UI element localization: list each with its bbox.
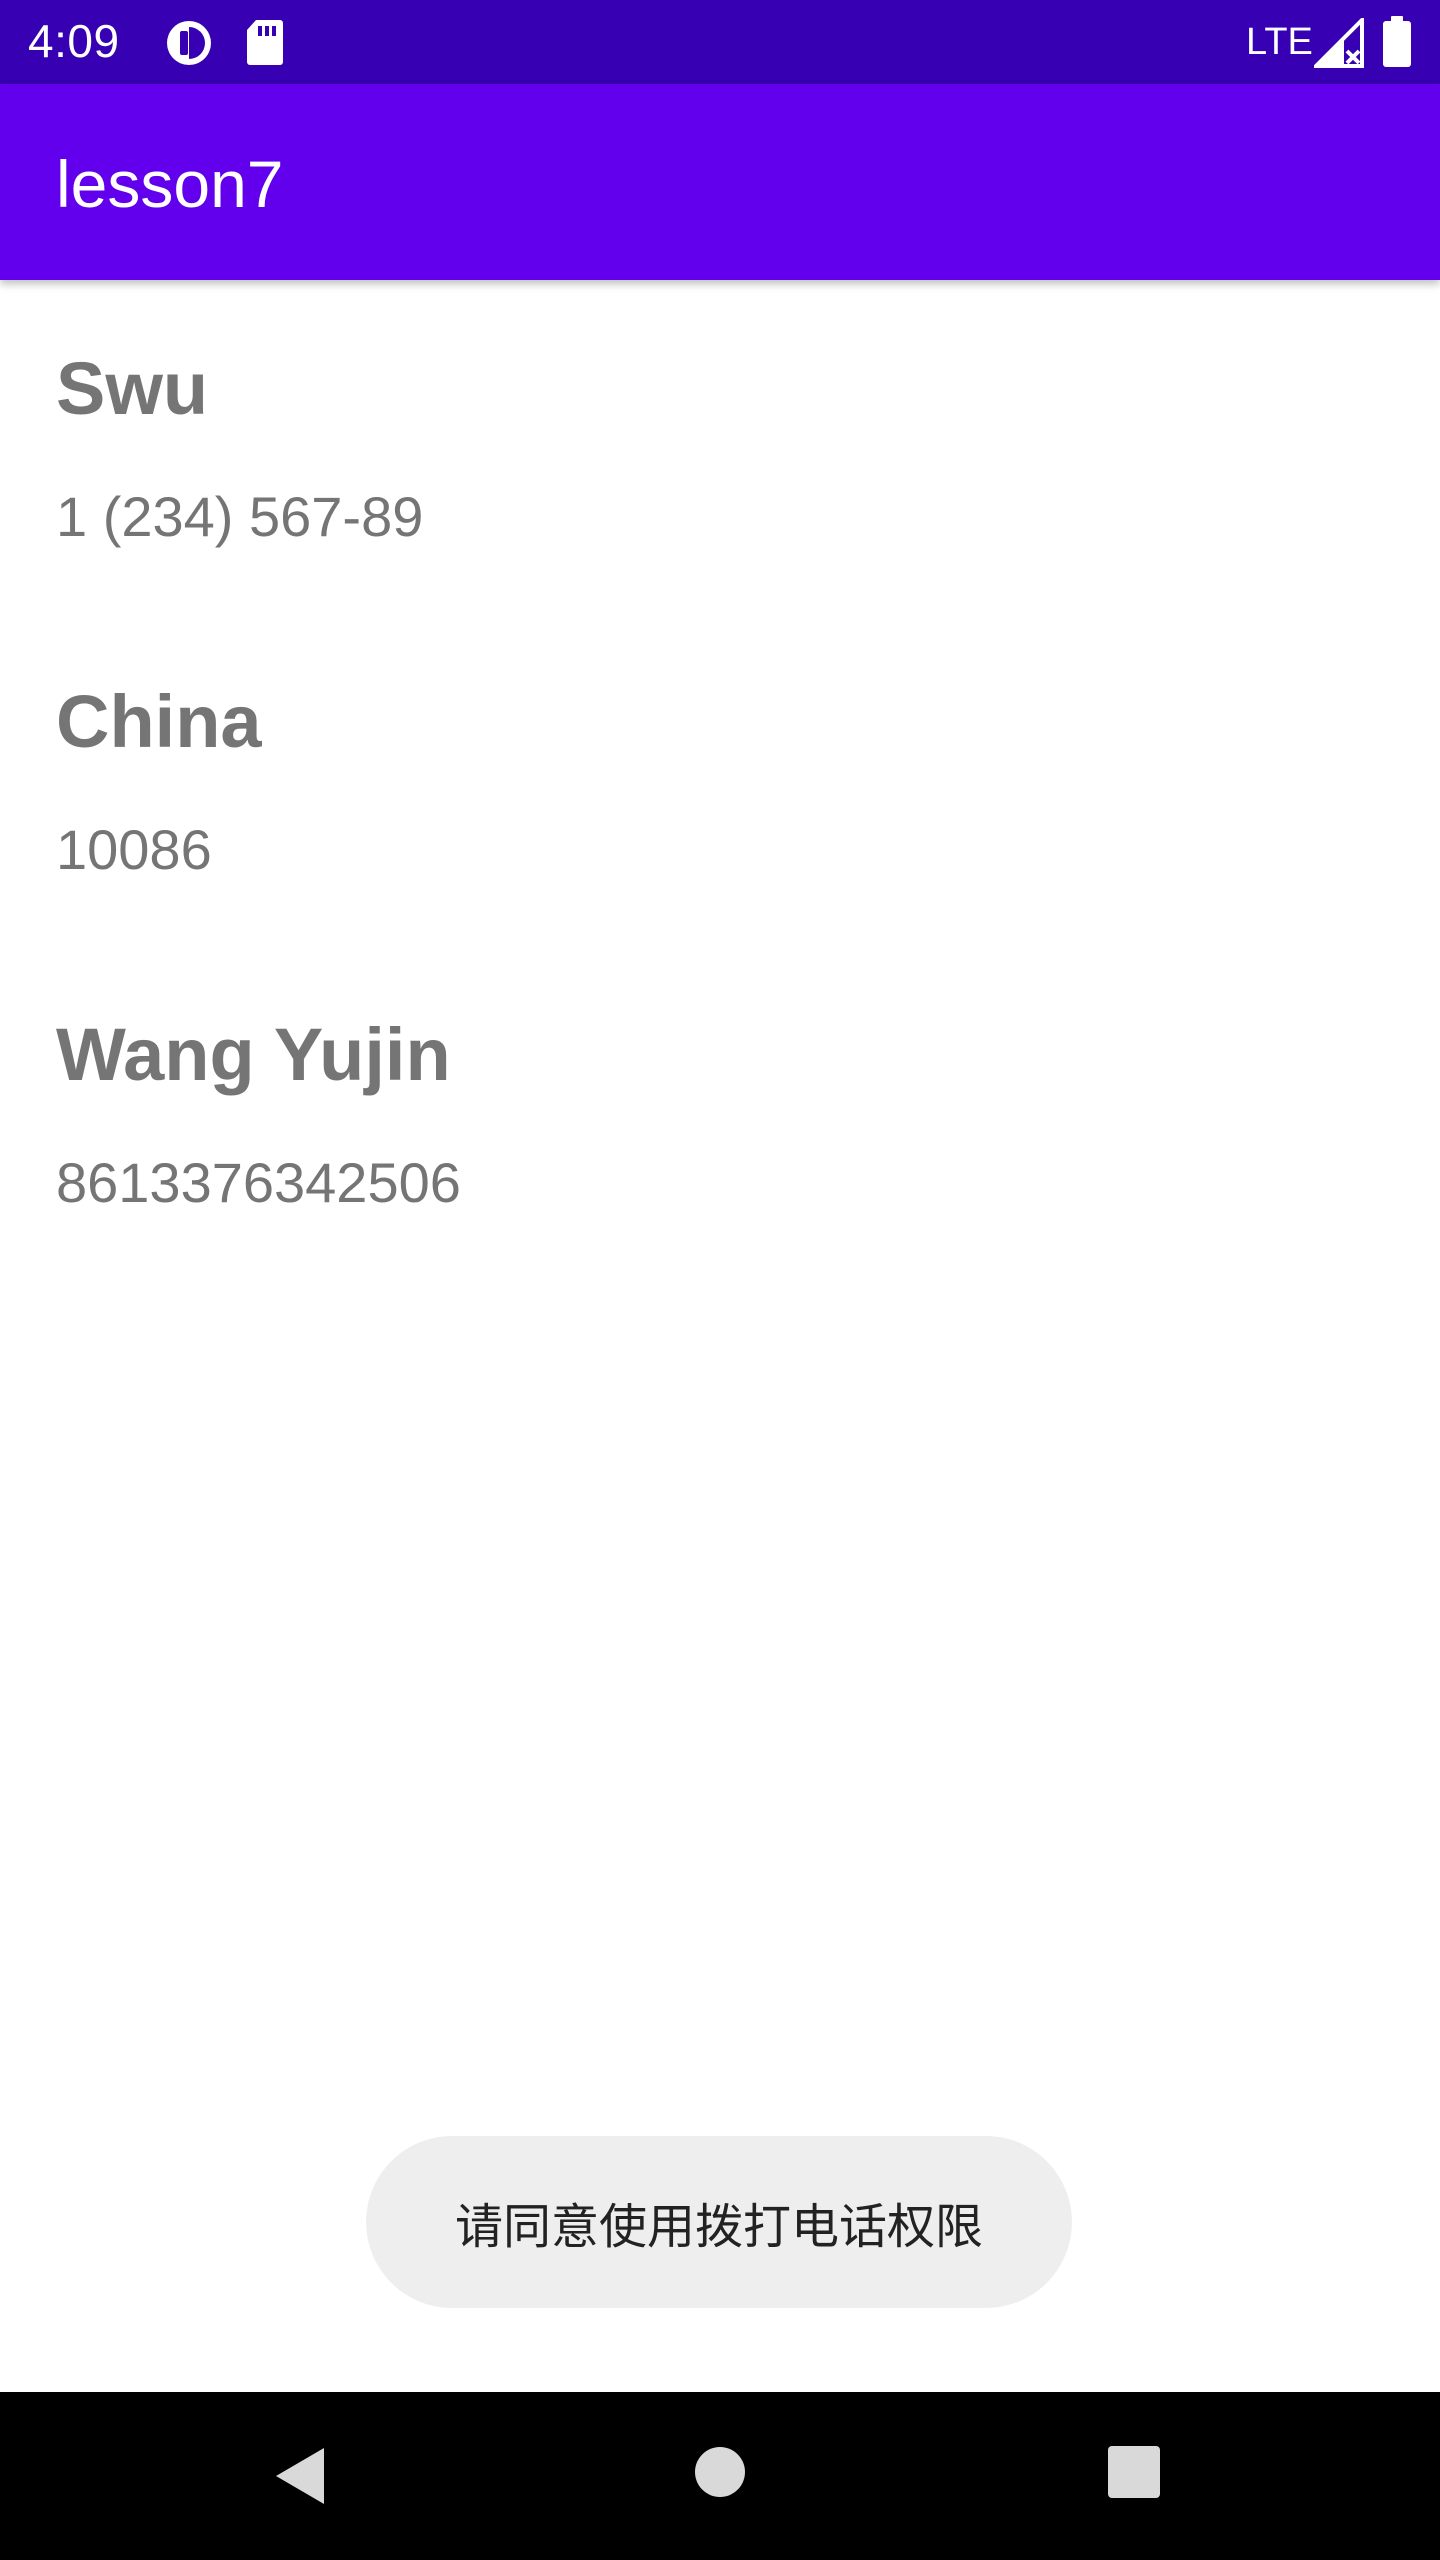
navigation-bar bbox=[0, 2392, 1440, 2560]
back-icon[interactable] bbox=[270, 2444, 334, 2508]
toast-message: 请同意使用拨打电话权限 bbox=[366, 2136, 1072, 2308]
contact-phone: 8613376342506 bbox=[56, 1151, 461, 1214]
contact-list: Swu 1 (234) 567-89 China 10086 Wang Yuji… bbox=[0, 280, 1440, 1280]
contact-item[interactable]: Wang Yujin 8613376342506 bbox=[0, 946, 1440, 1279]
home-icon[interactable] bbox=[692, 2444, 748, 2500]
sd-card-icon bbox=[247, 20, 283, 65]
toast-text: 请同意使用拨打电话权限 bbox=[454, 2199, 983, 2255]
contact-phone: 1 (234) 567-89 bbox=[56, 485, 424, 548]
network-type-label: LTE bbox=[1246, 21, 1313, 63]
contact-phone: 10086 bbox=[56, 818, 212, 881]
phone-screen: 4:09 LTE lesson7 Swu 1 (234) 567-89 Chin… bbox=[0, 0, 1440, 2560]
app-bar: lesson7 bbox=[0, 84, 1440, 280]
recents-icon[interactable] bbox=[1108, 2446, 1160, 2498]
contact-item[interactable]: China 10086 bbox=[0, 613, 1440, 946]
signal-no-data-icon bbox=[1314, 18, 1364, 68]
status-time: 4:09 bbox=[28, 15, 120, 67]
status-bar: 4:09 LTE bbox=[0, 0, 1440, 84]
data-saver-icon bbox=[167, 21, 211, 65]
app-title: lesson7 bbox=[56, 147, 284, 221]
contact-name: China bbox=[56, 680, 262, 763]
contact-name: Wang Yujin bbox=[56, 1013, 451, 1096]
contact-name: Swu bbox=[56, 347, 209, 430]
contact-item[interactable]: Swu 1 (234) 567-89 bbox=[0, 280, 1440, 613]
battery-icon bbox=[1383, 16, 1411, 67]
